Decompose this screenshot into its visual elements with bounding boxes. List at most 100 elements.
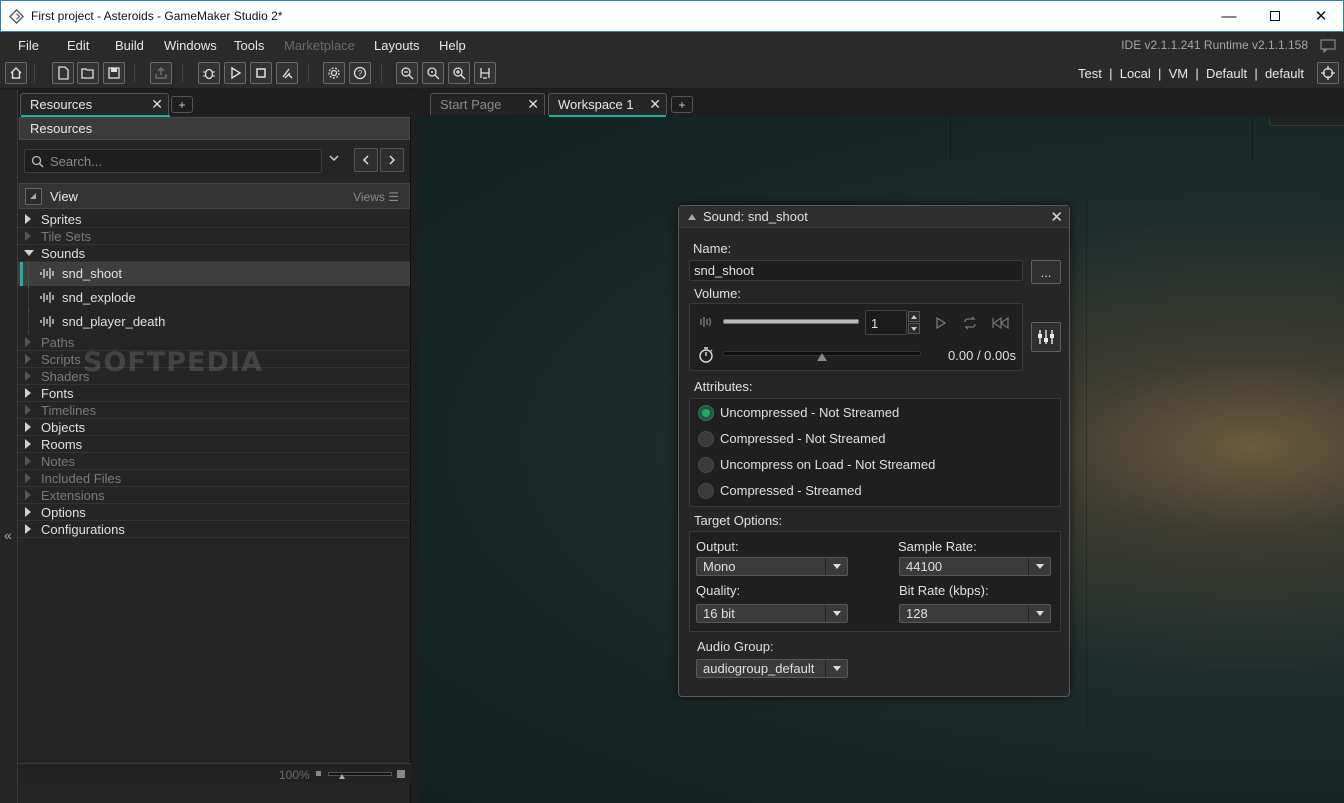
sample-rate-select[interactable]: 44100: [899, 557, 1051, 576]
attribute-option[interactable]: Uncompress on Load - Not Streamed: [690, 457, 1060, 477]
tree-folder-options[interactable]: Options: [18, 504, 410, 521]
tree-folder-notes[interactable]: Notes: [18, 453, 410, 470]
name-field[interactable]: snd_shoot: [689, 260, 1023, 281]
expand-right-icon[interactable]: [25, 490, 31, 500]
help-icon[interactable]: ?: [349, 62, 371, 84]
debug-icon[interactable]: [198, 62, 220, 84]
tree-folder-paths[interactable]: Paths: [18, 334, 410, 351]
menu-edit[interactable]: Edit: [67, 38, 89, 53]
output-select[interactable]: Mono: [696, 557, 848, 576]
audio-group-select[interactable]: audiogroup_default: [696, 659, 848, 678]
target-icon[interactable]: [1317, 62, 1339, 84]
tree-folder-scripts[interactable]: Scripts: [18, 351, 410, 368]
tree-folder-included-files[interactable]: Included Files: [18, 470, 410, 487]
settings-icon[interactable]: [323, 62, 345, 84]
menu-windows[interactable]: Windows: [164, 38, 217, 53]
attribute-option[interactable]: Uncompressed - Not Streamed: [690, 405, 1060, 425]
zoom-slider[interactable]: [328, 772, 392, 776]
prev-result-button[interactable]: [354, 148, 378, 172]
tree-folder-sounds[interactable]: Sounds: [18, 245, 410, 262]
save-icon[interactable]: [103, 62, 125, 84]
volume-down-button[interactable]: [908, 323, 920, 334]
play-sound-icon[interactable]: [934, 316, 948, 330]
attribute-option[interactable]: Compressed - Streamed: [690, 483, 1060, 503]
radio-compressed-not-streamed[interactable]: [698, 431, 714, 447]
maximize-button[interactable]: [1252, 1, 1298, 31]
close-tab-icon[interactable]: ✕: [527, 96, 539, 113]
menu-build[interactable]: Build: [115, 38, 144, 53]
radio-uncompress-on-load[interactable]: [698, 457, 714, 473]
mixer-button[interactable]: [1031, 322, 1061, 352]
tab-resources[interactable]: Resources ✕: [20, 93, 170, 117]
next-result-button[interactable]: [380, 148, 404, 172]
zoom-reset-icon[interactable]: [422, 62, 444, 84]
new-file-icon[interactable]: [52, 62, 74, 84]
menu-marketplace[interactable]: Marketplace: [284, 38, 355, 53]
search-dropdown-icon[interactable]: [328, 152, 340, 164]
volume-up-button[interactable]: [908, 311, 920, 322]
expand-right-icon[interactable]: [25, 456, 31, 466]
export-icon[interactable]: [150, 62, 172, 84]
tree-folder-rooms[interactable]: Rooms: [18, 436, 410, 453]
expand-right-icon[interactable]: [25, 405, 31, 415]
collapse-window-icon[interactable]: [688, 214, 696, 220]
expand-right-icon[interactable]: [25, 422, 31, 432]
tab-workspace-1[interactable]: Workspace 1 ✕: [548, 93, 667, 117]
volume-input[interactable]: 1: [865, 310, 907, 335]
radio-uncompressed-not-streamed[interactable]: [698, 405, 714, 421]
expand-right-icon[interactable]: [25, 231, 31, 241]
stop-icon[interactable]: [250, 62, 272, 84]
expand-right-icon[interactable]: [25, 214, 31, 224]
tree-item-sound[interactable]: snd_shoot: [18, 262, 410, 286]
tree-folder-tile-sets[interactable]: Tile Sets: [18, 228, 410, 245]
expand-right-icon[interactable]: [25, 354, 31, 364]
add-tab-button[interactable]: +: [171, 96, 193, 113]
add-workspace-tab-button[interactable]: +: [671, 96, 693, 113]
sound-editor-titlebar[interactable]: Sound: snd_shoot ✕: [679, 206, 1069, 228]
loop-icon[interactable]: [962, 316, 978, 330]
close-tab-icon[interactable]: ✕: [151, 96, 163, 113]
radio-compressed-streamed[interactable]: [698, 483, 714, 499]
tab-start-page[interactable]: Start Page ✕: [430, 93, 545, 115]
open-folder-icon[interactable]: [77, 62, 99, 84]
zoom-in-icon[interactable]: [448, 62, 470, 84]
quality-select[interactable]: 16 bit: [696, 604, 848, 623]
search-input[interactable]: Search...: [24, 149, 322, 173]
clean-icon[interactable]: [276, 62, 298, 84]
tree-folder-shaders[interactable]: Shaders: [18, 368, 410, 385]
home-icon[interactable]: [5, 62, 27, 84]
rewind-icon[interactable]: [991, 316, 1009, 330]
minimize-button[interactable]: —: [1206, 1, 1252, 31]
seek-thumb[interactable]: [817, 353, 827, 361]
menu-layouts[interactable]: Layouts: [374, 38, 420, 53]
close-tab-icon[interactable]: ✕: [649, 96, 661, 113]
tree-folder-sprites[interactable]: Sprites: [18, 211, 410, 228]
volume-slider[interactable]: [723, 319, 859, 324]
expand-right-icon[interactable]: [25, 439, 31, 449]
collapse-panel-icon[interactable]: «: [4, 527, 12, 543]
tree-folder-fonts[interactable]: Fonts: [18, 385, 410, 402]
zoom-slider-thumb[interactable]: [339, 774, 345, 779]
tree-folder-objects[interactable]: Objects: [18, 419, 410, 436]
menu-help[interactable]: Help: [439, 38, 466, 53]
zoom-out-icon[interactable]: [396, 62, 418, 84]
browse-button[interactable]: ...: [1031, 260, 1061, 284]
bit-rate-select[interactable]: 128: [899, 604, 1051, 623]
attribute-option[interactable]: Compressed - Not Streamed: [690, 431, 1060, 451]
views-menu[interactable]: Views ☰: [353, 190, 399, 204]
menu-file[interactable]: File: [18, 38, 39, 53]
expand-down-icon[interactable]: [24, 250, 34, 256]
tree-folder-extensions[interactable]: Extensions: [18, 487, 410, 504]
chat-icon[interactable]: [1320, 39, 1336, 53]
gamepad-icon[interactable]: [474, 62, 496, 84]
expand-right-icon[interactable]: [25, 337, 31, 347]
tree-item-sound[interactable]: snd_player_death: [18, 310, 410, 334]
target-selector[interactable]: Test | Local | VM | Default | default: [1078, 66, 1304, 81]
expand-right-icon[interactable]: [25, 473, 31, 483]
expand-right-icon[interactable]: [25, 371, 31, 381]
close-window-icon[interactable]: ✕: [1050, 208, 1063, 226]
tree-folder-timelines[interactable]: Timelines: [18, 402, 410, 419]
expand-right-icon[interactable]: [25, 507, 31, 517]
tree-item-sound[interactable]: snd_explode: [18, 286, 410, 310]
play-icon[interactable]: [224, 62, 246, 84]
